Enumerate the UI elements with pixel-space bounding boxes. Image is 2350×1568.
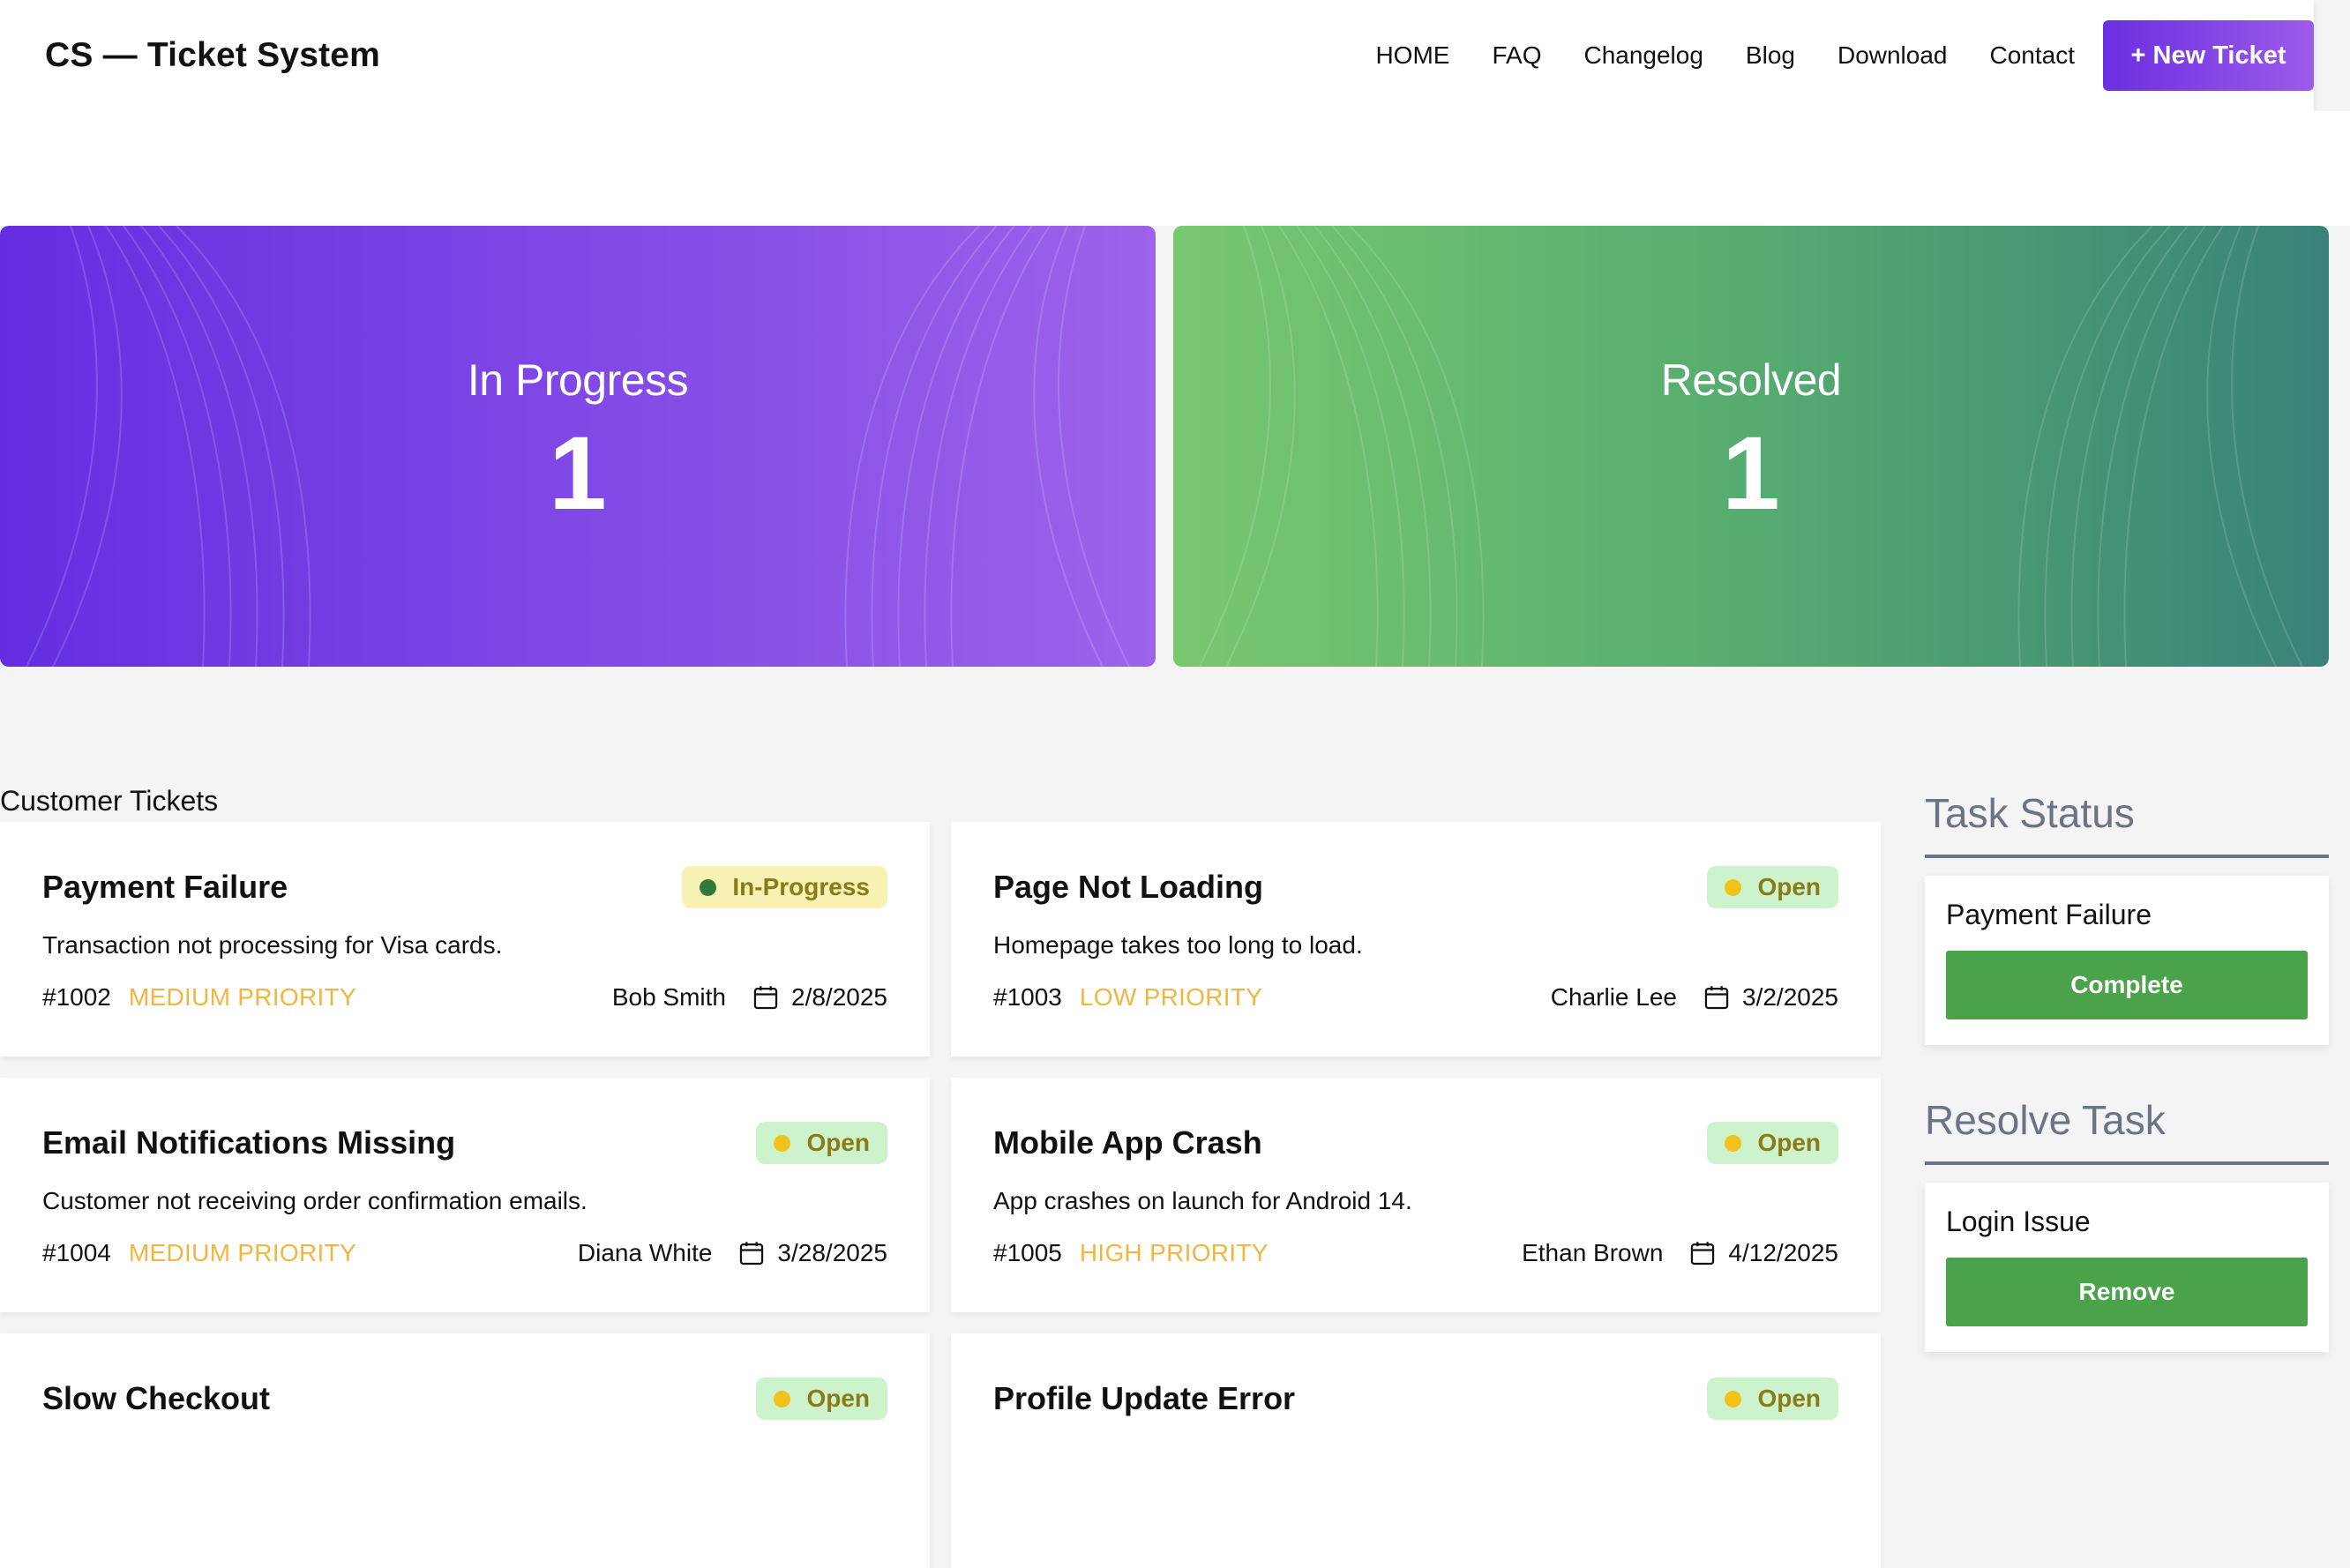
top-navbar: CS — Ticket System HOME FAQ Changelog Bl… [0, 0, 2314, 111]
customer-name: Ethan Brown [1522, 1239, 1664, 1266]
customer-tickets-heading: Customer Tickets [0, 785, 219, 817]
ticket-description: Transaction not processing for Visa card… [42, 931, 503, 959]
ticket-id: #1003 [993, 983, 1062, 1011]
status-dot-icon [1725, 1390, 1742, 1407]
priority-label: HIGH PRIORITY [1079, 1239, 1269, 1266]
resolve-task-item-title: Login Issue [1946, 1206, 2091, 1237]
nav-faq-link[interactable]: FAQ [1492, 41, 1541, 70]
ticket-card[interactable]: Page Not Loading Open Homepage takes too… [951, 822, 1881, 1057]
ticket-title: Mobile App Crash [993, 1124, 1262, 1161]
priority-label: LOW PRIORITY [1079, 983, 1263, 1011]
status-label: Open [806, 1385, 870, 1412]
ticket-description: Homepage takes too long to load. [993, 931, 1363, 959]
new-ticket-button[interactable]: + New Ticket [2103, 20, 2314, 91]
remove-button[interactable]: Remove [1946, 1258, 2308, 1326]
customer-name: Diana White [577, 1239, 713, 1266]
resolved-banner: Resolved 1 [1173, 226, 2329, 667]
nav-changelog-link[interactable]: Changelog [1583, 41, 1703, 70]
ticket-date: 3/2/2025 [1742, 983, 1838, 1011]
ticket-card[interactable]: Slow Checkout Open [0, 1333, 930, 1568]
ticket-card[interactable]: Profile Update Error Open [951, 1333, 1881, 1568]
main-nav: HOME FAQ Changelog Blog Download Contact… [1375, 0, 2314, 111]
status-label: In-Progress [732, 873, 870, 900]
ticket-card[interactable]: Mobile App Crash Open App crashes on lau… [951, 1078, 1881, 1312]
status-badge: Open [756, 1378, 887, 1420]
status-label: Open [1757, 1385, 1821, 1412]
complete-button[interactable]: Complete [1946, 951, 2308, 1019]
app-title[interactable]: CS — Ticket System [45, 36, 380, 75]
resolve-task-heading: Resolve Task [1925, 1096, 2329, 1165]
calendar-icon [753, 986, 778, 1010]
status-badge: In-Progress [682, 866, 887, 908]
task-status-item-title: Payment Failure [1946, 899, 2152, 930]
calendar-icon [740, 1242, 764, 1266]
ticket-date: 4/12/2025 [1728, 1239, 1838, 1266]
ticket-id: #1002 [42, 983, 111, 1011]
ticket-title: Page Not Loading [993, 869, 1263, 905]
status-label: Open [1757, 1129, 1821, 1156]
status-badge: Open [1707, 1122, 1838, 1164]
status-badge: Open [1707, 866, 1838, 908]
resolved-label: Resolved [1660, 355, 1842, 405]
resolved-count: 1 [1722, 415, 1780, 532]
status-badge: Open [756, 1122, 887, 1164]
task-status-heading: Task Status [1925, 789, 2329, 858]
ticket-card[interactable]: Email Notifications Missing Open Custome… [0, 1078, 930, 1312]
ticket-title: Profile Update Error [993, 1380, 1296, 1416]
status-dot-icon [774, 1390, 791, 1407]
nav-home-link[interactable]: HOME [1375, 41, 1449, 70]
status-dot-icon [700, 878, 717, 896]
ticket-date: 2/8/2025 [791, 983, 887, 1011]
resolve-task-card: Login Issue Remove [1925, 1183, 2329, 1352]
ticket-date: 3/28/2025 [777, 1239, 887, 1266]
calendar-icon [1691, 1242, 1715, 1266]
nav-download-link[interactable]: Download [1837, 41, 1948, 70]
nav-blog-link[interactable]: Blog [1746, 41, 1795, 70]
priority-label: MEDIUM PRIORITY [128, 1239, 356, 1266]
in-progress-count: 1 [549, 415, 607, 532]
nav-contact-link[interactable]: Contact [1990, 41, 2076, 70]
status-dot-icon [774, 1134, 791, 1152]
ticket-grid: Payment Failure In-Progress Transaction … [0, 822, 1882, 1568]
priority-label: MEDIUM PRIORITY [128, 983, 356, 1011]
status-label: Open [806, 1129, 870, 1156]
status-label: Open [1757, 873, 1821, 900]
customer-name: Charlie Lee [1550, 983, 1677, 1011]
status-dot-icon [1725, 1134, 1742, 1152]
ticket-id: #1005 [993, 1239, 1062, 1266]
customer-name: Bob Smith [611, 983, 726, 1011]
calendar-icon [1704, 986, 1729, 1010]
status-dot-icon [1725, 878, 1742, 896]
ticket-title: Email Notifications Missing [42, 1124, 456, 1161]
task-status-card: Payment Failure Complete [1925, 876, 2329, 1045]
status-badge: Open [1707, 1378, 1838, 1420]
in-progress-label: In Progress [467, 355, 689, 405]
header-spacer [0, 111, 2350, 226]
ticket-title: Payment Failure [42, 869, 288, 905]
in-progress-banner: In Progress 1 [0, 226, 1156, 667]
ticket-description: App crashes on launch for Android 14. [993, 1187, 1412, 1214]
ticket-title: Slow Checkout [42, 1380, 271, 1416]
ticket-description: Customer not receiving order confirmatio… [42, 1187, 588, 1214]
ticket-id: #1004 [42, 1239, 111, 1266]
ticket-card[interactable]: Payment Failure In-Progress Transaction … [0, 822, 930, 1057]
